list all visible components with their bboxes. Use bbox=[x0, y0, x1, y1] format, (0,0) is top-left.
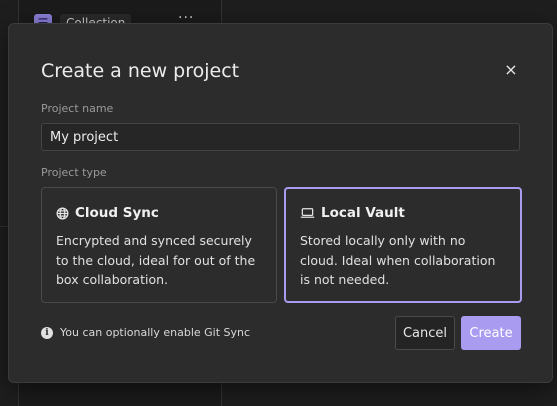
info-icon: i bbox=[41, 326, 53, 339]
create-button[interactable]: Create bbox=[461, 316, 521, 350]
local-vault-description: Stored locally only with no cloud. Ideal… bbox=[300, 233, 496, 287]
option-local-vault[interactable]: Local Vault Stored locally only with no … bbox=[284, 187, 522, 303]
cloud-sync-description: Encrypted and synced securely to the clo… bbox=[56, 233, 256, 287]
laptop-icon bbox=[300, 208, 315, 218]
git-sync-hint: i You can optionally enable Git Sync bbox=[41, 326, 250, 339]
option-cloud-sync[interactable]: Cloud Sync Encrypted and synced securely… bbox=[41, 187, 277, 303]
local-vault-title: Local Vault bbox=[321, 205, 405, 221]
close-icon[interactable]: × bbox=[502, 60, 520, 79]
project-type-label: Project type bbox=[41, 166, 107, 179]
project-name-label: Project name bbox=[41, 102, 114, 115]
globe-icon bbox=[56, 207, 69, 219]
hint-text: You can optionally enable Git Sync bbox=[60, 326, 251, 339]
dialog-title: Create a new project bbox=[41, 60, 240, 82]
project-name-input[interactable] bbox=[41, 123, 520, 151]
create-project-dialog: Create a new project × Project name Proj… bbox=[8, 23, 553, 383]
cloud-sync-title: Cloud Sync bbox=[75, 205, 159, 221]
cancel-button[interactable]: Cancel bbox=[395, 316, 455, 350]
